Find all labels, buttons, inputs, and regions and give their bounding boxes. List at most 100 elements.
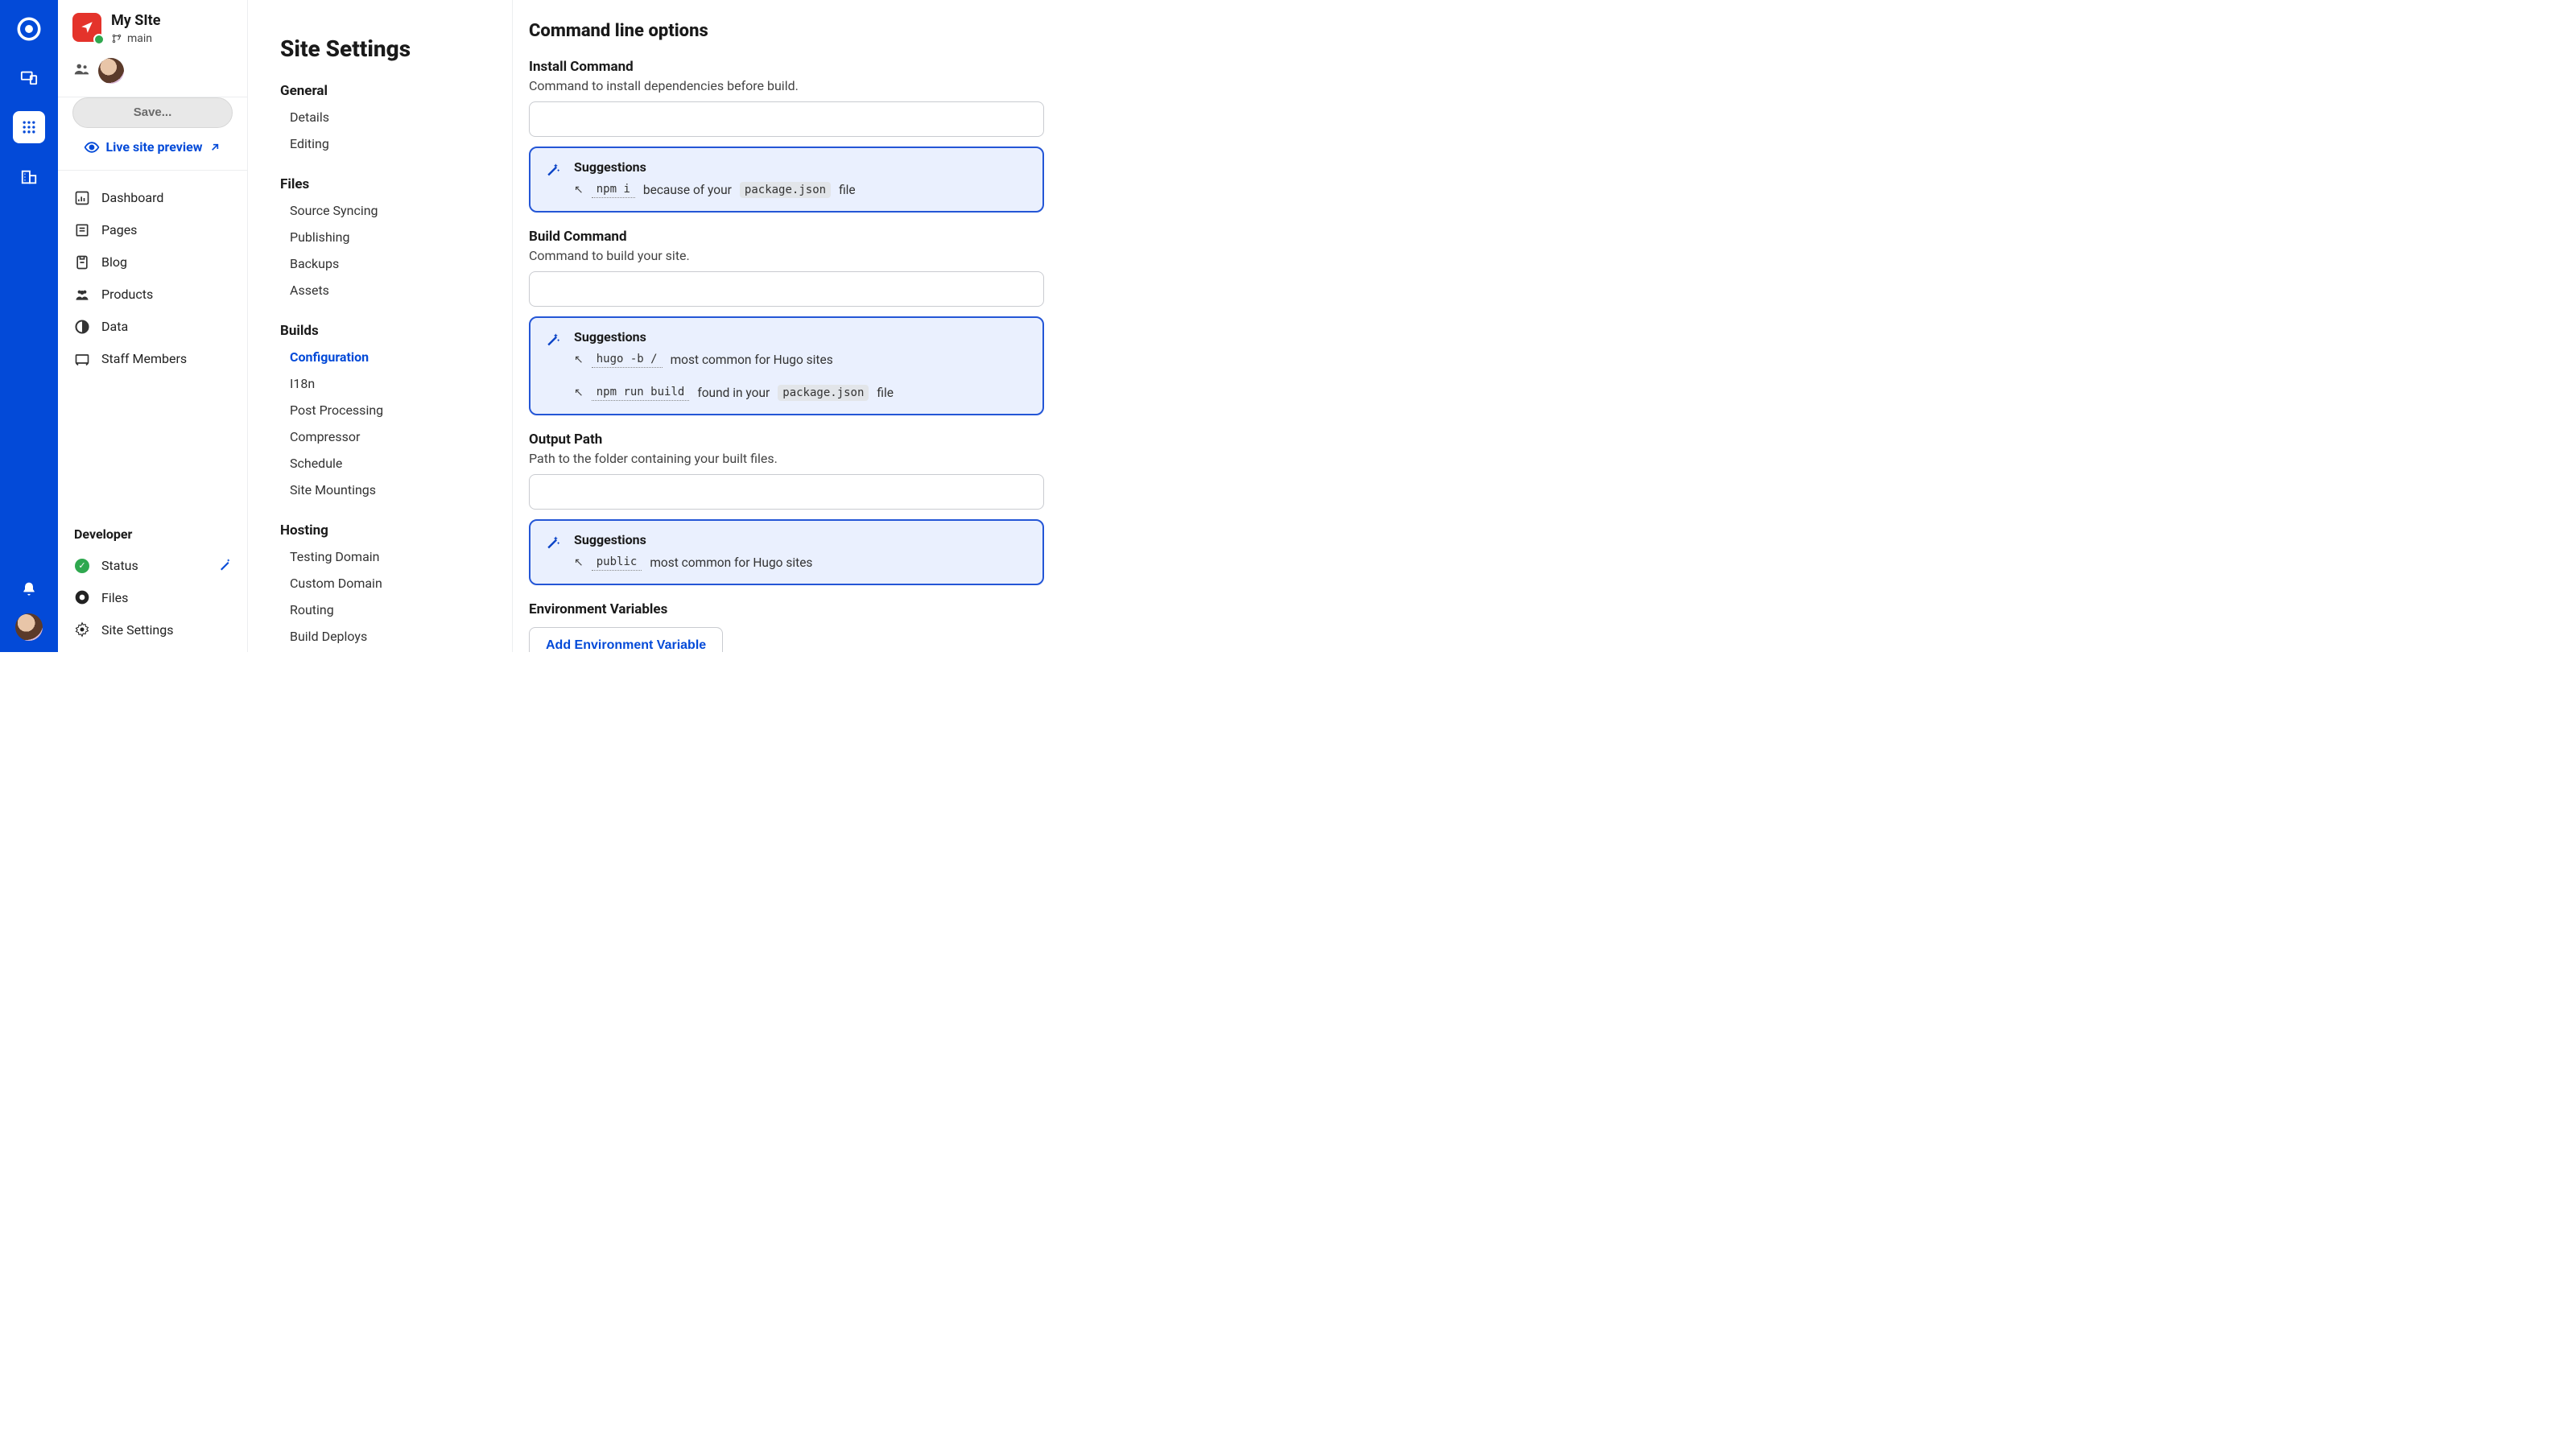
suggestion-row[interactable]: ↖npm ibecause of yourpackage.jsonfile [574,180,1028,200]
settings-item-routing[interactable]: Routing [280,597,488,623]
nav-item-label: Staff Members [101,351,187,366]
suggestion-file: package.json [778,385,869,401]
nav-item-blog[interactable]: Blog [58,246,247,279]
field-label: Install Command [529,59,1135,75]
add-env-var-label: Add Environment Variable [546,638,706,652]
nav-item-pages[interactable]: Pages [58,214,247,246]
field-install-command: Install Command Command to install depen… [529,59,1135,213]
suggestion-reason: most common for Hugo sites [650,555,812,570]
rail-apps-icon[interactable] [13,111,45,143]
nav-item-label: Products [101,287,153,302]
settings-item-details[interactable]: Details [280,104,488,130]
settings-item-compressor[interactable]: Compressor [280,423,488,450]
user-avatar[interactable] [15,613,43,641]
nav-item-staff[interactable]: Staff Members [58,343,247,375]
build-command-input[interactable] [529,271,1044,307]
wand-icon [545,331,561,402]
dashboard-icon [74,190,90,206]
settings-item-post-processing[interactable]: Post Processing [280,397,488,423]
apply-arrow-icon: ↖ [574,556,584,569]
branch-icon [111,33,122,44]
field-env-vars: Environment Variables Add Environment Va… [529,601,1135,652]
developer-heading: Developer [58,517,247,550]
dev-item-status[interactable]: ✓Status [58,550,247,581]
field-label: Environment Variables [529,601,1135,617]
settings-item-configuration[interactable]: Configuration [280,344,488,370]
settings-item-editing[interactable]: Editing [280,130,488,157]
live-preview-label: Live site preview [106,139,203,155]
suggestion-code[interactable]: public [592,554,642,571]
nav-item-label: Data [101,319,128,334]
dev-item-files[interactable]: Files [58,581,247,613]
site-sidebar: My SIte main Save... Live site preview D… [58,0,248,652]
settings-item-build-deploys[interactable]: Build Deploys [280,623,488,650]
status-ok-icon: ✓ [75,559,89,573]
team-row[interactable] [58,53,247,97]
suggestion-reason: found in your [697,386,770,400]
suggestion-code[interactable]: hugo -b / [592,351,663,368]
rail-org-icon[interactable] [13,161,45,193]
settings-item-assets[interactable]: Assets [280,277,488,303]
suggestion-reason: most common for Hugo sites [671,353,833,367]
field-label: Output Path [529,431,1135,448]
apply-arrow-icon: ↖ [574,386,584,399]
settings-item-site-mountings[interactable]: Site Mountings [280,477,488,503]
field-help: Path to the folder containing your built… [529,451,1135,466]
settings-title: Site Settings [280,35,488,62]
rail-devices-icon[interactable] [13,61,45,93]
branch-row[interactable]: main [111,32,160,45]
save-button-label: Save... [134,105,172,119]
nav-list: Dashboard Pages Blog Products Data Staff Memb… [58,171,247,386]
settings-group-title: Hosting [280,522,488,539]
install-command-input[interactable] [529,101,1044,137]
settings-group-title: General [280,83,488,99]
pages-icon [74,222,90,238]
suggestions-title: Suggestions [574,532,1028,547]
settings-item-authentication[interactable]: Authentication [280,650,488,652]
site-header: My SIte main [58,0,247,53]
add-env-var-button[interactable]: Add Environment Variable [529,627,723,652]
nav-item-label: Pages [101,222,137,237]
suggestion-code[interactable]: npm run build [592,384,690,401]
staff-icon [74,351,90,367]
app-rail [0,0,58,652]
settings-item-custom-domain[interactable]: Custom Domain [280,570,488,597]
settings-item-testing-domain[interactable]: Testing Domain [280,543,488,570]
notifications-icon[interactable] [21,581,37,601]
nav-item-products[interactable]: Products [58,279,247,311]
nav-item-dashboard[interactable]: Dashboard [58,182,247,214]
dev-item-settings[interactable]: Site Settings [58,613,247,646]
developer-section: Developer ✓Status Files Site Settings [58,517,247,652]
status-ok-icon [93,34,105,45]
wand-icon [545,534,561,572]
field-output-path: Output Path Path to the folder containin… [529,431,1135,585]
settings-item-schedule[interactable]: Schedule [280,450,488,477]
suggestion-code[interactable]: npm i [592,181,635,198]
suggestions-title: Suggestions [574,159,1028,175]
output-path-input[interactable] [529,474,1044,510]
live-preview-link[interactable]: Live site preview [72,139,233,155]
settings-group-title: Builds [280,323,488,339]
apply-arrow-icon: ↖ [574,353,584,366]
files-icon [74,589,90,605]
settings-group-title: Files [280,176,488,192]
field-help: Command to build your site. [529,248,1135,263]
suggestion-row[interactable]: ↖npm run buildfound in yourpackage.jsonf… [574,382,1028,402]
wand-icon [218,557,233,575]
suggestion-row[interactable]: ↖ hugo -b / most common for Hugo sites [574,349,1028,369]
save-button[interactable]: Save... [72,97,233,128]
settings-item-backups[interactable]: Backups [280,250,488,277]
settings-item-i18n[interactable]: I18n [280,370,488,397]
settings-item-source-syncing[interactable]: Source Syncing [280,197,488,224]
site-icon [72,13,101,42]
dev-item-label: Site Settings [101,622,174,638]
suggestion-row[interactable]: ↖ public most common for Hugo sites [574,552,1028,572]
suggestions-box: Suggestions ↖ public most common for Hugo … [529,519,1044,585]
nav-item-data[interactable]: Data [58,311,247,343]
settings-item-publishing[interactable]: Publishing [280,224,488,250]
field-build-command: Build Command Command to build your site… [529,229,1135,415]
nav-item-label: Blog [101,254,127,270]
dev-item-label: Files [101,590,128,605]
eye-icon [84,139,100,155]
apply-arrow-icon: ↖ [574,184,584,196]
